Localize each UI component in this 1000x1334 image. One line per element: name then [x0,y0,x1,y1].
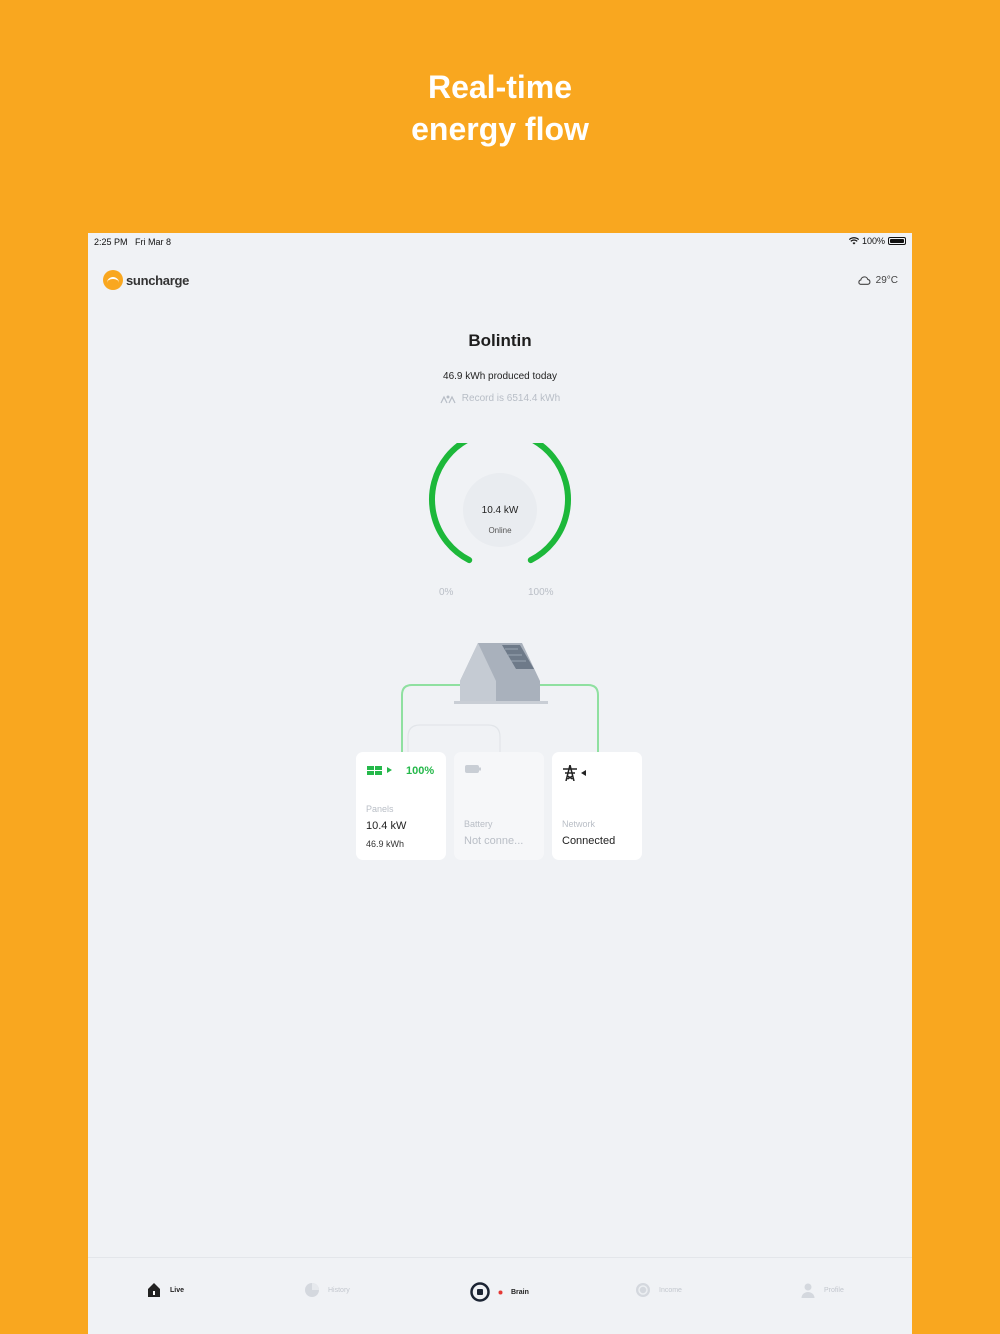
pie-chart-icon [305,1283,319,1297]
panels-percent: 100% [406,765,435,777]
tab-income-label: Income [659,1286,682,1294]
weather-widget[interactable]: 29°C [857,275,898,286]
energy-flow-diagram [401,643,599,758]
battery-card[interactable]: Battery Not conne... [454,752,544,860]
produced-today: 46.9 kWh produced today [443,371,557,382]
sparkle-icon [498,1290,503,1294]
panels-card[interactable]: 100% Panels 10.4 kW 46.9 kWh [356,752,446,860]
wifi-icon [848,237,859,245]
gauge-max-label: 100% [528,587,554,598]
coin-icon [636,1283,650,1297]
gauge-status: Online [488,526,512,535]
panels-power: 10.4 kW [366,820,407,832]
record-row: Record is 6514.4 kWh [88,393,912,404]
status-date: Fri Mar 8 [135,237,172,247]
arrow-left-icon [581,770,586,776]
battery-label: Battery [464,819,493,829]
record-text: Record is 6514.4 kWh [461,393,561,404]
house-icon [454,643,548,704]
network-card[interactable]: Network Connected [552,752,642,860]
sun-logo-icon [103,270,123,290]
brand-logo: suncharge [103,270,189,290]
site-name: Bolintin [468,331,532,350]
gauge-power-value: 10.4 kW [481,505,519,516]
gauge-min-label: 0% [439,587,454,598]
battery-percent: 100% [861,236,885,246]
tab-profile[interactable]: Profile [800,1282,844,1298]
tab-bar: Live History Brain Income Profile [88,1257,912,1334]
promo-headline: Real-time energy flow [0,66,1000,150]
solar-panel-icon [367,766,382,775]
tab-brain[interactable]: Brain [470,1282,529,1302]
arrow-right-icon [387,767,392,773]
headline-line-1: Real-time [427,69,573,105]
status-bar: 2:25 PM Fri Mar 8 100% [88,233,912,251]
network-value: Connected [562,835,616,847]
status-time: 2:25 PM [94,237,128,247]
panels-label: Panels [366,804,394,814]
power-tower-icon [563,765,577,781]
battery-icon [465,765,481,773]
tab-brain-label: Brain [511,1288,529,1296]
tab-history[interactable]: History [304,1282,350,1298]
network-label: Network [562,819,596,829]
tab-live[interactable]: Live [146,1282,184,1298]
tab-live-label: Live [170,1286,185,1294]
brand-name: suncharge [126,272,190,288]
brain-icon [470,1282,490,1302]
user-icon [801,1283,815,1298]
temperature: 29°C [875,275,898,286]
tab-history-label: History [328,1286,350,1294]
headline-line-2: energy flow [411,111,589,147]
tab-profile-label: Profile [824,1286,844,1294]
tab-income[interactable]: Income [635,1282,682,1298]
home-icon [148,1283,160,1297]
device-battery-icon [888,237,906,245]
app-screen: 2:25 PM Fri Mar 8 100% suncharge 29°C Bo… [88,233,912,1334]
panels-energy: 46.9 kWh [366,839,405,849]
cloud-icon [858,276,871,285]
sun-record-icon [440,395,456,403]
battery-value: Not conne... [464,835,524,847]
power-gauge: 10.4 kW Online [425,428,575,593]
